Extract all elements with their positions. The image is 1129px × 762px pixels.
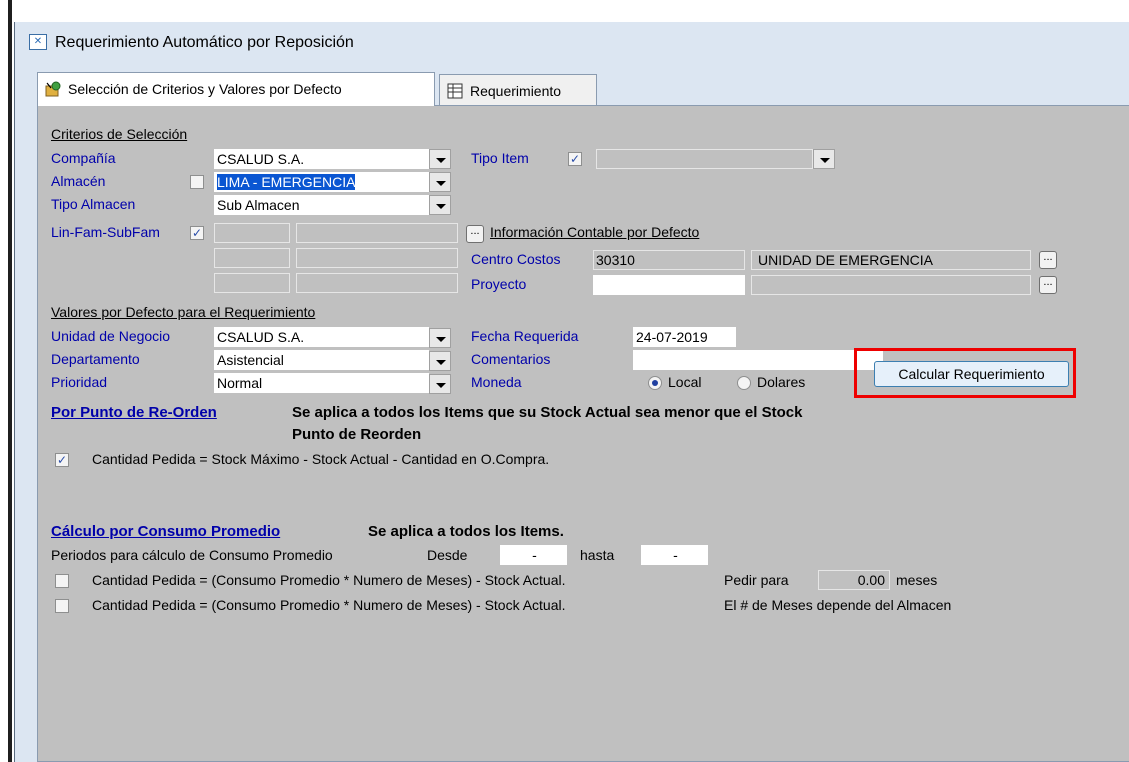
centro-costos-name: UNIDAD DE EMERGENCIA [751,250,1031,270]
consumo-formula2-note: El # de Meses depende del Almacen [724,597,952,613]
tipo-almacen-dropdown-icon[interactable] [429,195,451,215]
linea-field[interactable] [214,223,290,243]
tipo-item-checkbox[interactable]: ✓ [568,152,582,166]
pedir-para-input[interactable]: 0.00 [818,570,890,590]
unidad-negocio-select[interactable]: CSALUD S.A. [214,327,429,347]
tab-requerimiento-label: Requerimiento [470,83,562,99]
linfam-label: Lin-Fam-SubFam [51,224,160,240]
subfamilia-field[interactable] [214,273,290,293]
familia-desc-field[interactable] [296,248,458,268]
hasta-label: hasta [580,547,615,563]
reorden-desc-line2: Punto de Reorden [292,426,422,443]
app-window: ✕ Requerimiento Automático por Reposició… [14,22,1129,762]
title-bar: ✕ Requerimiento Automático por Reposició… [15,22,1129,62]
tipo-almacen-label: Tipo Almacen [51,196,136,212]
almacen-dropdown-icon[interactable] [429,172,451,192]
moneda-dolares-radio[interactable] [737,376,751,390]
centro-costos-code[interactable]: 30310 [593,250,745,270]
moneda-local-label: Local [668,374,702,390]
almacen-select[interactable]: LIMA - EMERGENCIA [214,172,429,192]
prioridad-select[interactable]: Normal [214,373,429,393]
tipo-item-label: Tipo Item [471,150,529,166]
compania-select[interactable]: CSALUD S.A. [214,149,429,169]
subfamilia-desc-field[interactable] [296,273,458,293]
criterios-heading: Criterios de Selección [51,126,188,142]
reorden-desc-line1: Se aplica a todos los Items que su Stock… [292,404,803,421]
contable-ellipsis-button[interactable]: ... [466,225,484,243]
tab-criterios[interactable]: Selección de Criterios y Valores por Def… [37,72,435,106]
desde-label: Desde [427,547,468,563]
compania-dropdown-icon[interactable] [429,149,451,169]
unidad-negocio-dropdown-icon[interactable] [429,328,451,348]
familia-field[interactable] [214,248,290,268]
compania-label: Compañía [51,150,116,166]
consumo-link[interactable]: Cálculo por Consumo Promedio [51,523,280,540]
proyecto-label: Proyecto [471,276,527,292]
departamento-label: Departamento [51,351,140,367]
consumo-formula2-checkbox[interactable] [55,599,69,613]
consumo-formula1-checkbox[interactable] [55,574,69,588]
linfam-checkbox[interactable]: ✓ [190,226,204,240]
unidad-negocio-label: Unidad de Negocio [51,328,171,344]
tab-requerimiento[interactable]: Requerimiento [439,74,597,106]
reorden-formula: Cantidad Pedida = Stock Máximo - Stock A… [92,451,550,467]
departamento-dropdown-icon[interactable] [429,351,451,371]
valores-heading: Valores por Defecto para el Requerimient… [51,304,316,320]
moneda-dolares-label: Dolares [757,374,806,390]
fecha-requerida-label: Fecha Requerida [471,328,579,344]
desde-input[interactable]: - [500,545,567,565]
proyecto-name [751,275,1031,295]
linea-desc-field[interactable] [296,223,458,243]
tipo-almacen-select[interactable]: Sub Almacen [214,195,429,215]
meses-label: meses [896,572,938,588]
departamento-select[interactable]: Asistencial [214,350,429,370]
consumo-desc: Se aplica a todos los Items. [368,523,564,540]
window-title: Requerimiento Automático por Reposición [55,34,354,51]
moneda-local-radio[interactable] [648,376,662,390]
almacen-checkbox[interactable] [190,175,204,189]
reorden-link[interactable]: Por Punto de Re-Orden [51,404,217,421]
consumo-formula1: Cantidad Pedida = (Consumo Promedio * Nu… [92,572,566,588]
comentarios-input[interactable] [633,350,883,370]
grid-icon [447,83,463,99]
prioridad-label: Prioridad [51,374,108,390]
comentarios-label: Comentarios [471,351,551,367]
tipo-item-dropdown-icon[interactable] [813,149,835,169]
moneda-label: Moneda [471,374,522,390]
criteria-icon [45,81,61,97]
reorden-checkbox[interactable]: ✓ [55,453,69,467]
periodos-label: Periodos para cálculo de Consumo Promedi… [51,547,333,563]
tipo-item-select[interactable] [596,149,813,169]
hasta-input[interactable]: - [641,545,708,565]
fecha-requerida-input[interactable]: 24-07-2019 [633,327,736,347]
centro-costos-label: Centro Costos [471,251,561,267]
window-outer-border [8,0,12,762]
almacen-select-value: LIMA - EMERGENCIA [215,173,357,191]
pedir-para-label: Pedir para [724,572,789,588]
contable-heading: Información Contable por Defecto [490,224,700,240]
proyecto-code[interactable] [593,275,745,295]
tab-criterios-label: Selección de Criterios y Valores por Def… [68,81,342,97]
app-icon: ✕ [29,34,47,50]
centro-costos-ellipsis-button[interactable]: ... [1039,251,1057,269]
consumo-formula2: Cantidad Pedida = (Consumo Promedio * Nu… [92,597,566,613]
criteria-panel: Criterios de Selección Compañía CSALUD S… [37,105,1129,762]
prioridad-dropdown-icon[interactable] [429,374,451,394]
proyecto-ellipsis-button[interactable]: ... [1039,276,1057,294]
calcular-requerimiento-button[interactable]: Calcular Requerimiento [874,361,1069,387]
almacen-label: Almacén [51,173,106,189]
